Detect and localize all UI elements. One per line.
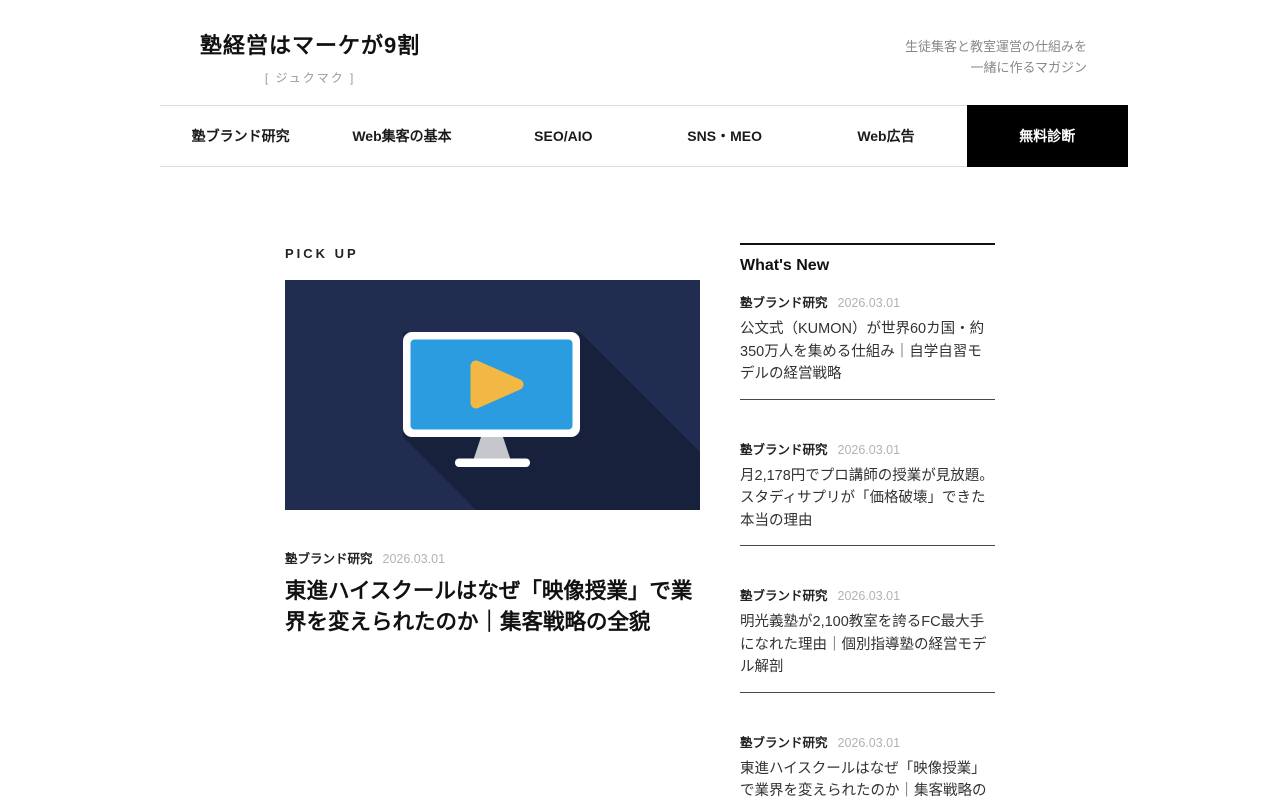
category-label[interactable]: 塾ブランド研究 [740,732,828,751]
category-label[interactable]: 塾ブランド研究 [740,585,828,604]
pickup-article-title[interactable]: 東進ハイスクールはなぜ「映像授業」で業界を変えられたのか｜集客戦略の全貌 [285,576,700,638]
news-item[interactable]: 塾ブランド研究 2026.03.01 月2,178円でプロ講師の授業が見放題。ス… [740,439,995,547]
news-item[interactable]: 塾ブランド研究 2026.03.01 明光義塾が2,100教室を誇るFC最大手に… [740,585,995,693]
site-tagline-line2: 一緒に作るマガジン [905,57,1087,78]
news-item[interactable]: 塾ブランド研究 2026.03.01 東進ハイスクールはなぜ「映像授業」で業界を… [740,732,995,800]
nav-item-seo-aio[interactable]: SEO/AIO [483,106,644,166]
news-item[interactable]: 塾ブランド研究 2026.03.01 公文式（KUMON）が世界60カ国・約35… [740,292,995,400]
category-label[interactable]: 塾ブランド研究 [285,548,373,567]
date-label: 2026.03.01 [838,589,901,603]
pickup-article-meta: 塾ブランド研究 2026.03.01 [285,548,700,567]
site-tagline: 生徒集客と教室運営の仕組みを 一緒に作るマガジン [905,36,1087,78]
monitor-base [455,459,530,468]
date-label: 2026.03.01 [838,443,901,457]
nav-item-web-ads[interactable]: Web広告 [805,106,966,166]
main-area: PICK UP 塾ブランド研究 2026.03.01 東進ハイスクールはなぜ「映… [160,167,1128,800]
pickup-thumbnail[interactable] [285,280,700,510]
nav-cta-free-diagnosis[interactable]: 無料診断 [967,105,1128,167]
nav-item-brand-research[interactable]: 塾ブランド研究 [160,106,321,166]
news-item-title[interactable]: 公文式（KUMON）が世界60カ国・約350万人を集める仕組み｜自学自習モデルの… [740,318,995,386]
page-container: 塾経営はマーケが9割 [ ジュクマク ] 生徒集客と教室運営の仕組みを 一緒に作… [160,0,1128,800]
site-header: 塾経営はマーケが9割 [ ジュクマク ] 生徒集客と教室運営の仕組みを 一緒に作… [160,0,1128,105]
category-label[interactable]: 塾ブランド研究 [740,439,828,458]
category-label[interactable]: 塾ブランド研究 [740,292,828,311]
date-label: 2026.03.01 [838,736,901,750]
date-label: 2026.03.01 [838,296,901,310]
site-tagline-line1: 生徒集客と教室運営の仕組みを [905,36,1087,57]
site-subtitle: [ ジュクマク ] [200,69,420,86]
pickup-section: PICK UP 塾ブランド研究 2026.03.01 東進ハイスクールはなぜ「映… [285,167,700,800]
news-item-title[interactable]: 東進ハイスクールはなぜ「映像授業」で業界を変えられたのか｜集客戦略の全貌 [740,758,995,800]
pickup-label: PICK UP [285,246,700,261]
news-item-title[interactable]: 月2,178円でプロ講師の授業が見放題。スタディサプリが「価格破壊」できた本当の… [740,465,995,533]
whats-new-heading: What's New [740,243,995,275]
site-title[interactable]: 塾経営はマーケが9割 [200,28,420,60]
date-label: 2026.03.01 [383,552,446,566]
nav-item-web-acquisition[interactable]: Web集客の基本 [321,106,482,166]
nav-item-sns-meo[interactable]: SNS・MEO [644,106,805,166]
site-logo[interactable]: 塾経営はマーケが9割 [ ジュクマク ] [200,28,420,86]
news-item-title[interactable]: 明光義塾が2,100教室を誇るFC最大手になれた理由｜個別指導塾の経営モデル解剖 [740,611,995,679]
main-nav: 塾ブランド研究 Web集客の基本 SEO/AIO SNS・MEO Web広告 無… [160,105,1128,167]
whats-new-sidebar: What's New 塾ブランド研究 2026.03.01 公文式（KUMON）… [740,243,995,800]
